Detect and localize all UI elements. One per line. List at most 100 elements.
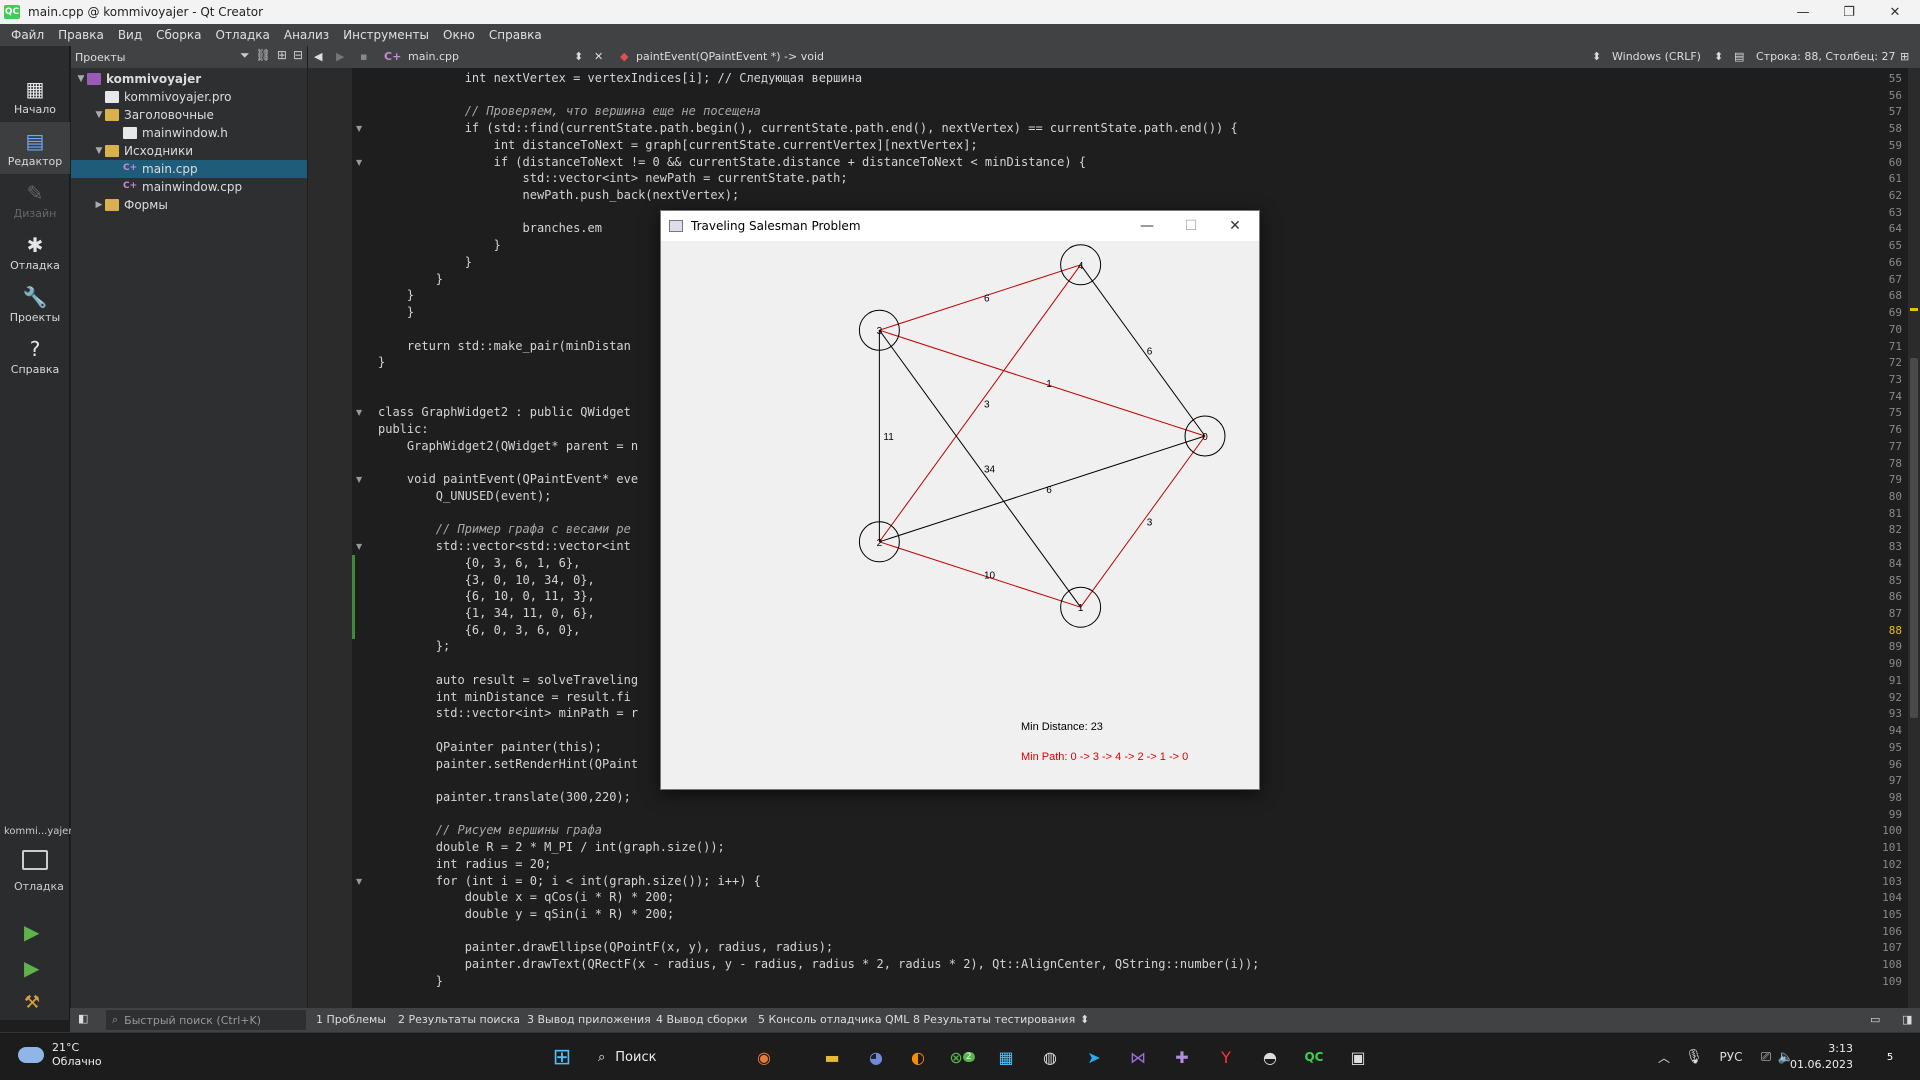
tab-app-output[interactable]: 3 Вывод приложения [527, 1013, 651, 1026]
menu-analyze[interactable]: Анализ [277, 28, 336, 42]
yandex-icon[interactable]: Y [1212, 1045, 1240, 1069]
code-line[interactable]: // Рисуем вершины графа [378, 822, 602, 839]
code-line[interactable]: {0, 3, 6, 1, 6}, [378, 555, 581, 572]
code-line[interactable]: if (std::find(currentState.path.begin(),… [378, 120, 1238, 137]
tab-issues[interactable]: 1 Проблемы [316, 1013, 386, 1026]
file-dropdown-icon[interactable]: ⬍ [574, 50, 583, 63]
expand-arrow-icon[interactable]: ▼ [93, 146, 105, 156]
menu-help[interactable]: Справка [482, 28, 549, 42]
mode-debug[interactable]: ✱ Отладка [0, 226, 70, 278]
close-button[interactable]: ✕ [1872, 0, 1918, 24]
code-line[interactable]: int radius = 20; [378, 856, 552, 873]
tsp-app-taskbar-icon[interactable]: ▣ [1344, 1045, 1372, 1069]
code-line[interactable]: }; [378, 638, 450, 655]
tsp-close-button[interactable]: ✕ [1213, 211, 1257, 241]
code-line[interactable]: double R = 2 * M_PI / int(graph.size()); [378, 839, 725, 856]
cursor-position[interactable]: Строка: 88, Столбец: 27 [1756, 50, 1895, 63]
line-ending-selector[interactable]: Windows (CRLF) [1612, 50, 1701, 63]
xbox-icon[interactable]: ⊗ 2 [948, 1045, 976, 1069]
code-line[interactable]: if (distanceToNext != 0 && currentState.… [378, 154, 1086, 171]
code-line[interactable]: int minDistance = result.fi [378, 689, 631, 706]
symbol-selector[interactable]: paintEvent(QPaintEvent *) -> void [636, 50, 824, 63]
code-line[interactable]: painter.drawText(QRectF(x - radius, y - … [378, 956, 1260, 973]
tab-search-results[interactable]: 2 Результаты поиска [398, 1013, 520, 1026]
notification-badge[interactable]: 5 [1880, 1045, 1900, 1069]
menu-view[interactable]: Вид [111, 28, 149, 42]
right-sidebar-icon[interactable]: ◨ [1902, 1013, 1912, 1026]
kit-selector[interactable]: kommi...yajer Отладка ▶ ▶ ⚒ [0, 820, 72, 1013]
run-button[interactable]: ▶ [24, 920, 39, 944]
file-explorer-icon[interactable]: ▬ [818, 1045, 846, 1069]
menu-debug[interactable]: Отладка [209, 28, 277, 42]
steam-icon[interactable]: ◍ [1036, 1045, 1064, 1069]
code-line[interactable]: } [378, 304, 414, 321]
menu-window[interactable]: Окно [436, 28, 482, 42]
tree-item[interactable]: ▼ kommivoyajer [71, 70, 307, 88]
fold-arrow-icon[interactable]: ▼ [356, 120, 362, 137]
code-line[interactable]: double x = qCos(i * R) * 200; [378, 889, 675, 906]
tree-item[interactable]: ▶ Формы [71, 196, 307, 214]
code-line[interactable]: } [378, 271, 443, 288]
code-line[interactable]: {1, 34, 11, 0, 6}, [378, 605, 595, 622]
link-icon[interactable]: ⛓ [256, 48, 271, 63]
language-indicator[interactable]: РУС [1716, 1045, 1746, 1069]
microphone-icon[interactable]: 🎙 [1684, 1045, 1704, 1069]
mode-help[interactable]: ? Справка [0, 330, 70, 382]
file-selector[interactable]: main.cpp [408, 50, 459, 63]
code-line[interactable]: painter.drawEllipse(QPointF(x, y), radiu… [378, 939, 833, 956]
menu-build[interactable]: Сборка [149, 28, 208, 42]
code-line[interactable]: return std::make_pair(minDistan [378, 338, 631, 355]
code-line[interactable]: double y = qSin(i * R) * 200; [378, 906, 675, 923]
code-line[interactable]: branches.em [378, 220, 601, 237]
code-line[interactable]: class GraphWidget2 : public QWidget [378, 404, 631, 421]
chevron-up-icon[interactable]: ︿ [1654, 1045, 1674, 1069]
build-hammer-icon[interactable]: ⚒ [24, 992, 40, 1013]
start-windows-icon[interactable]: ⊞ [548, 1045, 576, 1070]
code-line[interactable]: } [378, 287, 414, 304]
filter-icon[interactable]: ⏷ [240, 48, 250, 63]
code-line[interactable]: public: [378, 421, 429, 438]
code-line[interactable]: // Пример графа с весами ре [378, 521, 631, 538]
tree-item[interactable]: ▼ Исходники [71, 142, 307, 160]
expand-arrow-icon[interactable]: ▶ [93, 200, 105, 210]
editor-scrollbar[interactable] [1908, 68, 1920, 1008]
telegram-icon[interactable]: ➤ [1080, 1045, 1108, 1069]
mode-design[interactable]: ✎ Дизайн [0, 174, 70, 226]
debug-run-button[interactable]: ▶ [24, 956, 39, 980]
outline-icon[interactable]: ▤ [1734, 50, 1744, 63]
tree-item[interactable]: kommivoyajer.pro [71, 88, 307, 106]
discord-icon[interactable]: ◕ [862, 1045, 890, 1069]
store-icon[interactable]: ▦ [992, 1045, 1020, 1069]
tsp-maximize-button[interactable]: ☐ [1169, 211, 1213, 241]
code-line[interactable]: // Проверяем, что вершина еще не посещен… [378, 103, 761, 120]
code-line[interactable]: painter.translate(300,220); [378, 789, 631, 806]
qt-creator-taskbar-icon[interactable]: QC [1300, 1045, 1328, 1069]
minimize-button[interactable]: — [1780, 0, 1826, 24]
fold-arrow-icon[interactable]: ▼ [356, 404, 362, 421]
scrollbar-thumb[interactable] [1910, 358, 1918, 718]
fold-arrow-icon[interactable]: ▼ [356, 538, 362, 555]
browser-icon[interactable]: ◐ [904, 1045, 932, 1069]
close-file-icon[interactable]: ✕ [594, 50, 603, 63]
code-line[interactable]: for (int i = 0; i < int(graph.size()); i… [378, 873, 761, 890]
close-pane-icon[interactable]: ⊟ [293, 48, 303, 63]
line-ending-dropdown-icon[interactable]: ⬍ [1714, 50, 1723, 63]
mode-welcome[interactable]: ▦ Начало [0, 70, 70, 122]
code-line[interactable]: {6, 0, 3, 6, 0}, [378, 622, 581, 639]
maximize-button[interactable]: ❐ [1826, 0, 1872, 24]
code-line[interactable]: QPainter painter(this); [378, 739, 602, 756]
code-line[interactable]: int distanceToNext = graph[currentState.… [378, 137, 978, 154]
toggle-sidebar-icon[interactable]: ◧ [78, 1012, 88, 1025]
code-line[interactable]: painter.setRenderHint(QPaint [378, 756, 638, 773]
forward-arrow-icon[interactable]: ▶ [336, 50, 344, 63]
tab-qml-console[interactable]: 5 Консоль отладчика QML [758, 1013, 909, 1026]
mode-editor[interactable]: ▤ Редактор [0, 122, 70, 174]
fold-arrow-icon[interactable]: ▼ [356, 873, 362, 890]
code-line[interactable]: } [378, 237, 501, 254]
code-line[interactable]: auto result = solveTraveling [378, 672, 638, 689]
menu-file[interactable]: Файл [4, 28, 51, 42]
github-icon[interactable]: ◓ [1256, 1045, 1284, 1069]
tree-item[interactable]: C+ mainwindow.cpp [71, 178, 307, 196]
code-line[interactable]: } [378, 254, 472, 271]
code-line[interactable]: GraphWidget2(QWidget* parent = n [378, 438, 638, 455]
